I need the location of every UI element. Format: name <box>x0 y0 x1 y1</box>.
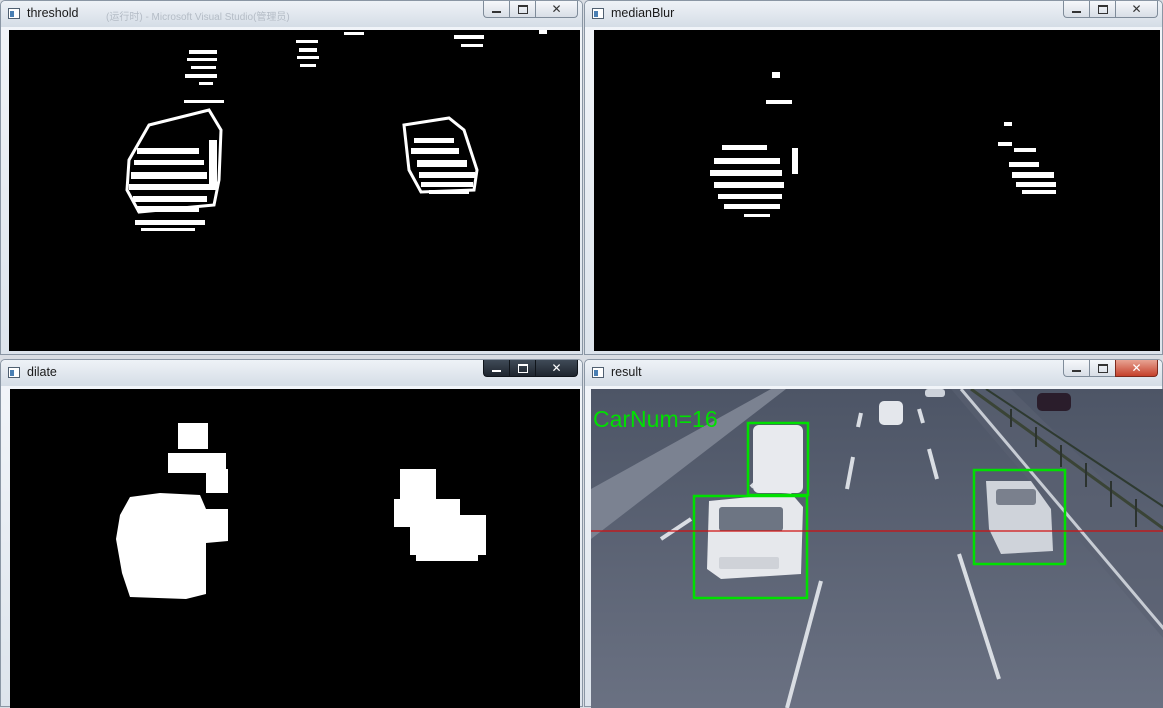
minimize-button[interactable] <box>483 1 509 18</box>
window-title: medianBlur <box>611 6 675 20</box>
maximize-icon <box>1097 4 1108 14</box>
maximize-button[interactable] <box>1089 360 1115 377</box>
minimize-button[interactable] <box>1063 1 1089 18</box>
minimize-icon <box>492 367 501 372</box>
dilate-image <box>10 389 580 708</box>
app-window-icon <box>592 8 604 19</box>
dilate-window: dilate ✕ <box>0 359 583 708</box>
close-icon: ✕ <box>1131 361 1142 375</box>
app-window-icon <box>8 8 20 19</box>
background-window-title: (运行时) - Microsoft Visual Studio(管理员) <box>106 12 290 23</box>
minimize-icon <box>1072 367 1081 372</box>
minimize-icon <box>492 8 501 13</box>
result-image: CarNum=16 <box>591 389 1163 708</box>
road-scene: CarNum=16 <box>591 389 1163 708</box>
medianblur-window: medianBlur ✕ <box>584 0 1163 355</box>
medianblur-titlebar[interactable]: medianBlur ✕ <box>585 1 1162 27</box>
maximize-icon <box>517 363 528 373</box>
dilate-titlebar[interactable]: dilate ✕ <box>1 360 582 386</box>
window-title: dilate <box>27 365 57 379</box>
medianblur-image <box>594 30 1160 351</box>
window-title: result <box>611 365 642 379</box>
app-window-icon <box>8 367 20 378</box>
car-count-label: CarNum=16 <box>593 406 718 432</box>
close-button[interactable]: ✕ <box>1115 1 1158 18</box>
minimize-button[interactable] <box>483 360 509 377</box>
close-button[interactable]: ✕ <box>535 1 578 18</box>
minimize-button[interactable] <box>1063 360 1089 377</box>
maximize-icon <box>517 4 528 14</box>
threshold-titlebar[interactable]: threshold (运行时) - Microsoft Visual Studi… <box>1 1 582 27</box>
threshold-window: threshold (运行时) - Microsoft Visual Studi… <box>0 0 583 355</box>
minimize-icon <box>1072 8 1081 13</box>
maximize-icon <box>1097 363 1108 373</box>
close-button[interactable]: ✕ <box>535 360 578 377</box>
app-window-icon <box>592 367 604 378</box>
close-icon: ✕ <box>551 361 562 375</box>
close-button[interactable]: ✕ <box>1115 360 1158 377</box>
maximize-button[interactable] <box>509 360 535 377</box>
window-title: threshold <box>27 6 79 20</box>
result-titlebar[interactable]: result ✕ <box>585 360 1162 386</box>
close-icon: ✕ <box>551 2 562 16</box>
close-icon: ✕ <box>1131 2 1142 16</box>
result-window: result ✕ CarNum=16 <box>584 359 1163 708</box>
threshold-image <box>9 30 580 351</box>
maximize-button[interactable] <box>1089 1 1115 18</box>
maximize-button[interactable] <box>509 1 535 18</box>
